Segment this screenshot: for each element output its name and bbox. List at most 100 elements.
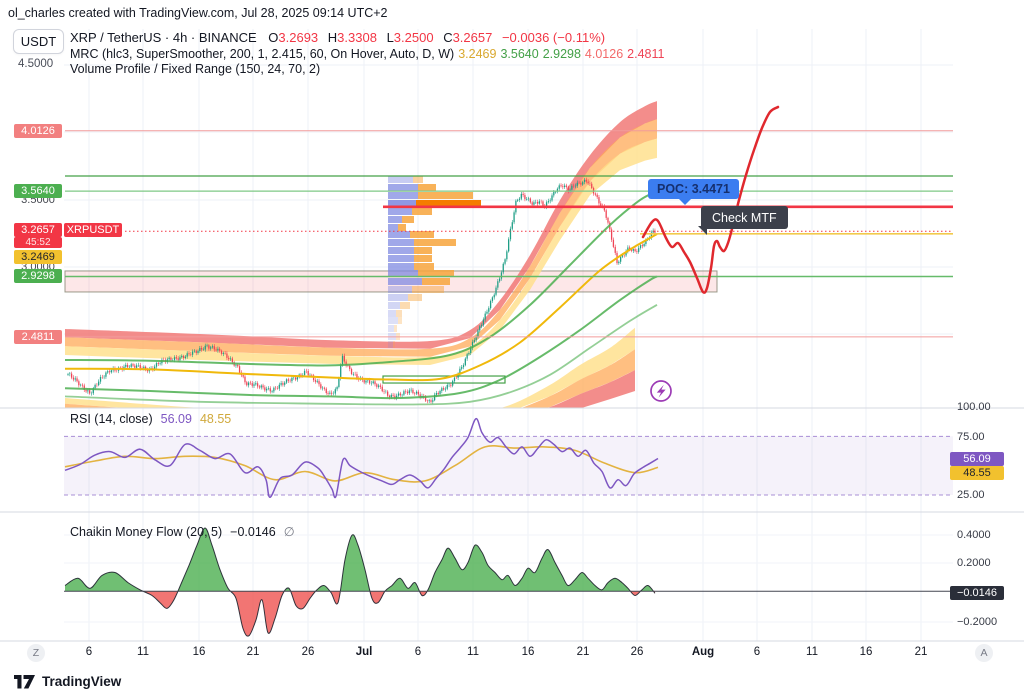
indicator-scale-label-56.09[interactable]: 56.09 <box>950 452 1004 466</box>
ohlc-open-label: O <box>268 30 278 45</box>
volume-profile-bar-buy <box>388 341 393 348</box>
price-scale-label-2.4811[interactable]: 2.4811 <box>14 330 62 344</box>
price-scale-label-45:52[interactable]: 45:52 <box>14 237 62 248</box>
mrc-values: 3.2469 3.5640 2.9298 4.0126 2.4811 <box>454 47 664 61</box>
volume-profile-bar-buy <box>388 239 414 246</box>
chart-canvas[interactable] <box>0 0 1024 698</box>
indicator-scale-label-−0.0146[interactable]: −0.0146 <box>950 586 1004 600</box>
cmf-positive-area <box>65 528 655 636</box>
mrc-legend-value: 2.9298 <box>543 47 581 61</box>
ohlc-close-label: C <box>443 30 452 45</box>
mrc-legend-value: 4.0126 <box>585 47 623 61</box>
indicator-scale-label-0.4000[interactable]: 0.4000 <box>953 528 1015 542</box>
cmf-pane-header[interactable]: Chaikin Money Flow (20, 5)−0.0146∅ <box>70 524 295 539</box>
volume-profile-bar-sell <box>413 176 423 183</box>
volume-profile-bar-buy <box>388 192 418 199</box>
price-scale-label-3.5640[interactable]: 3.5640 <box>14 184 62 198</box>
indicator-scale-label-48.55[interactable]: 48.55 <box>950 466 1004 480</box>
cmf-pane[interactable] <box>64 528 953 636</box>
main-price-pane[interactable] <box>65 101 953 430</box>
time-axis-label-16[interactable]: 16 <box>522 646 535 658</box>
time-axis-label-21[interactable]: 21 <box>247 646 260 658</box>
poc-price-label: POC: 3.4471 <box>648 179 739 199</box>
tradingview-attribution[interactable]: TradingView <box>14 674 121 689</box>
currency-toggle-button[interactable]: USDT <box>13 29 64 54</box>
volume-profile-bar-sell <box>418 192 473 199</box>
volume-profile-bar-buy <box>388 294 408 301</box>
time-axis-label-6[interactable]: 6 <box>754 646 760 658</box>
volume-profile-bar-buy <box>388 224 398 231</box>
time-axis-label-26[interactable]: 26 <box>302 646 315 658</box>
legend: XRP / TetherUS · 4h · BINANCE O3.2693 H3… <box>70 31 664 77</box>
volume-profile-bar-sell <box>414 247 432 254</box>
price-scale-label-2.9298[interactable]: 2.9298 <box>14 269 62 283</box>
price-axis-label-top: 4.5000 <box>18 58 53 70</box>
time-axis-label-16[interactable]: 16 <box>193 646 206 658</box>
price-scale-label-XRPUSDT[interactable]: XRPUSDT <box>64 223 122 237</box>
time-axis-label-Jul[interactable]: Jul <box>356 646 373 658</box>
mrc-band <box>65 119 657 356</box>
rsi-band <box>64 436 953 495</box>
indicator-scale-label-100.00[interactable]: 100.00 <box>953 400 1015 414</box>
legend-mrc-row[interactable]: MRC (hlc3, SuperSmoother, 200, 1, 2.415,… <box>70 47 664 62</box>
volume-profile-bar-buy <box>388 325 394 332</box>
volume-profile-bar-sell <box>402 216 414 223</box>
volume-profile-bar-buy <box>388 247 414 254</box>
rsi-pane[interactable] <box>64 419 953 498</box>
legend-symbol-row[interactable]: XRP / TetherUS · 4h · BINANCE O3.2693 H3… <box>70 31 664 46</box>
volume-profile-bar-sell <box>394 325 397 332</box>
price-scale-label-3.2469[interactable]: 3.2469 <box>14 250 62 264</box>
lightning-action-button[interactable] <box>651 381 671 401</box>
volume-profile-bar-sell <box>410 231 434 238</box>
legend-volume-profile-row[interactable]: Volume Profile / Fixed Range (150, 24, 7… <box>70 62 664 77</box>
indicator-scale-label-−0.2000[interactable]: −0.2000 <box>953 615 1015 629</box>
time-axis-label-A[interactable]: A <box>975 644 993 662</box>
volume-profile-bar-buy <box>388 263 414 270</box>
time-axis-label-11[interactable]: 11 <box>467 646 479 658</box>
rsi-title[interactable]: RSI (14, close) <box>70 412 153 426</box>
volume-profile-bar-sell <box>412 286 444 293</box>
symbol-title[interactable]: XRP / TetherUS · 4h · BINANCE <box>70 30 257 45</box>
time-axis-label-Z[interactable]: Z <box>27 644 45 662</box>
tradingview-chart-page: ol_charles created with TradingView.com,… <box>0 0 1024 698</box>
volume-profile-bar-sell <box>414 255 432 262</box>
indicator-scale-label-25.00[interactable]: 25.00 <box>953 488 1015 502</box>
volume-profile-bar-buy <box>388 286 412 293</box>
volume-profile-bar-sell <box>398 317 402 324</box>
price-scale-label-4.0126[interactable]: 4.0126 <box>14 124 62 138</box>
time-axis-label-11[interactable]: 11 <box>806 646 818 658</box>
volume-profile-bar-sell <box>396 310 402 317</box>
volume-profile-bar-sell <box>398 224 406 231</box>
volume-profile-bar-buy <box>388 176 413 183</box>
ohlc-high-value: 3.3308 <box>337 30 377 45</box>
cmf-average-icon: ∅ <box>284 525 295 539</box>
volume-profile-bar-sell <box>418 184 436 191</box>
time-axis-label-6[interactable]: 6 <box>86 646 92 658</box>
time-axis-label-Aug[interactable]: Aug <box>692 646 714 658</box>
volume-profile-bar-buy <box>388 302 400 309</box>
time-axis-label-6[interactable]: 6 <box>415 646 421 658</box>
indicator-scale-label-75.00[interactable]: 75.00 <box>953 430 1015 444</box>
time-axis-label-21[interactable]: 21 <box>577 646 590 658</box>
cmf-title[interactable]: Chaikin Money Flow (20, 5) <box>70 525 222 539</box>
mrc-band <box>65 139 657 365</box>
time-axis-label-16[interactable]: 16 <box>860 646 873 658</box>
price-scale-label-3.2657[interactable]: 3.2657 <box>14 223 62 237</box>
volume-profile-title[interactable]: Volume Profile / Fixed Range (150, 24, 7… <box>70 62 320 76</box>
mrc-legend-value: 3.5640 <box>500 47 538 61</box>
ohlc-open-value: 3.2693 <box>278 30 318 45</box>
time-axis-label-21[interactable]: 21 <box>915 646 928 658</box>
mrc-legend-value: 3.2469 <box>458 47 496 61</box>
ohlc-close-value: 3.2657 <box>453 30 493 45</box>
rsi-pane-header[interactable]: RSI (14, close)56.0948.55 <box>70 412 231 426</box>
volume-profile-bar-sell <box>414 239 456 246</box>
time-axis-label-11[interactable]: 11 <box>137 646 149 658</box>
time-axis-label-26[interactable]: 26 <box>631 646 644 658</box>
volume-profile-bar-buy <box>388 208 412 215</box>
mrc-indicator-title[interactable]: MRC (hlc3, SuperSmoother, 200, 1, 2.415,… <box>70 47 454 61</box>
indicator-scale-label-0.2000[interactable]: 0.2000 <box>953 556 1015 570</box>
ohlc-change-value: −0.0036 (−0.11%) <box>502 30 605 45</box>
check-mtf-tooltip: Check MTF <box>701 206 788 229</box>
mrc-legend-value: 2.4811 <box>627 47 664 61</box>
rsi-value: 56.09 <box>161 412 192 426</box>
